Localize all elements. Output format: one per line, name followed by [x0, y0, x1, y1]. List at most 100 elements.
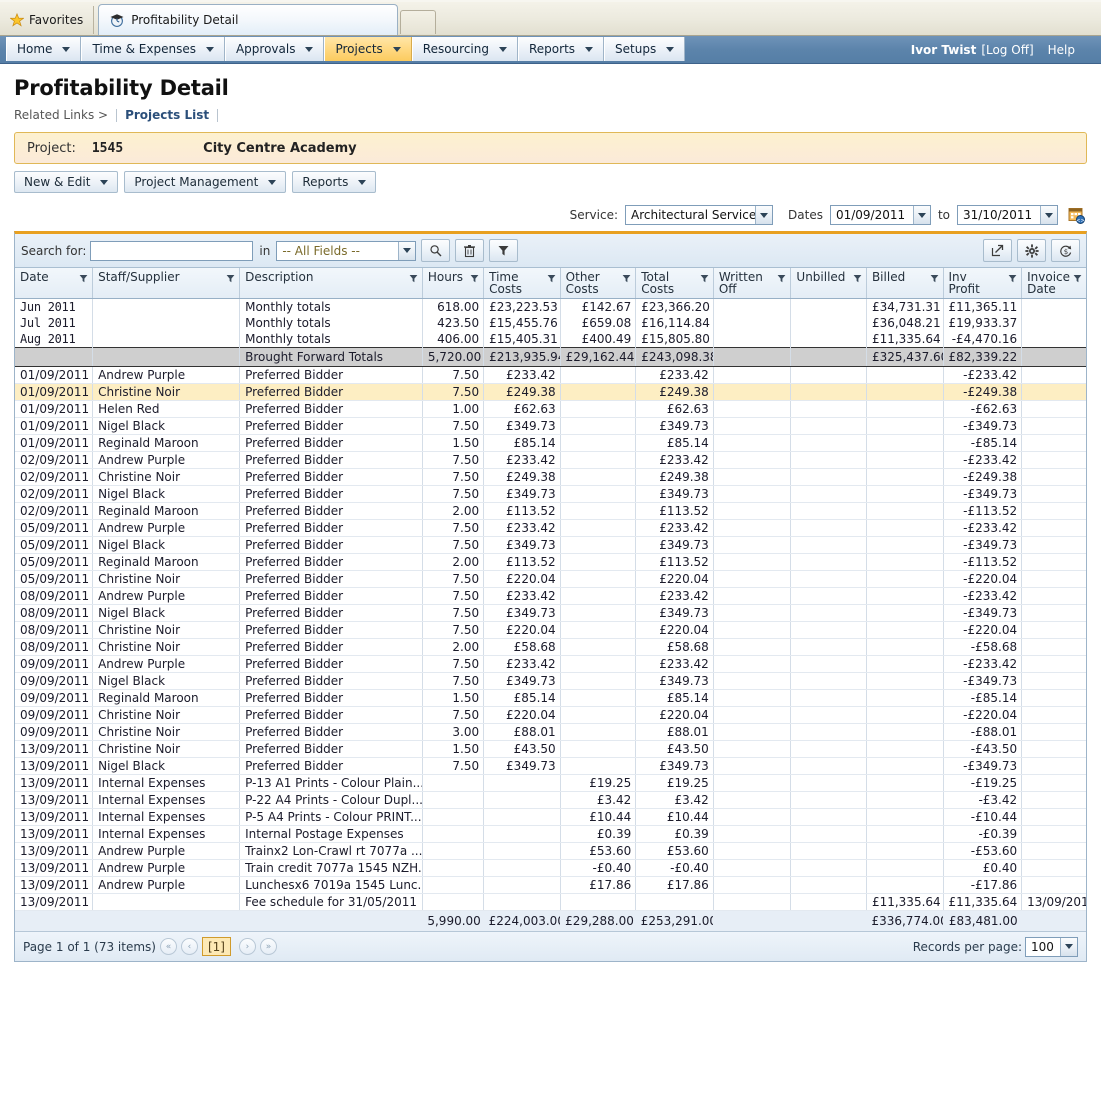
- table-row[interactable]: 05/09/2011 Nigel Black Preferred Bidder 7.5…: [15, 536, 1086, 554]
- reports-button[interactable]: Reports: [292, 171, 377, 193]
- gear-settings-icon[interactable]: [1017, 239, 1046, 262]
- new-tab-button[interactable]: [400, 10, 437, 34]
- new-and-edit-button[interactable]: New & Edit: [14, 171, 119, 193]
- date-from-input[interactable]: 01/09/2011: [829, 205, 931, 225]
- table-row[interactable]: 01/09/2011 Helen Red Preferred Bidder 1.00 £…: [15, 400, 1086, 418]
- table-row-monthly-total[interactable]: Aug 2011 Monthly totals 406.00 £15,405.31 £4…: [15, 331, 1086, 348]
- chevron-down-icon[interactable]: [398, 241, 416, 260]
- export-open-icon[interactable]: [983, 239, 1012, 262]
- help-link[interactable]: Help: [1048, 43, 1075, 57]
- filter-funnel-icon[interactable]: [622, 272, 631, 286]
- table-row[interactable]: 13/09/2011 Internal Expenses P-5 A4 Prints…: [15, 808, 1086, 826]
- table-row[interactable]: 13/09/2011 Internal Expenses P-13 A1 Print…: [15, 774, 1086, 792]
- filter-funnel-icon[interactable]: [470, 272, 479, 286]
- col-header-time-costs[interactable]: Time Costs: [483, 268, 561, 299]
- filter-funnel-icon[interactable]: [79, 272, 88, 286]
- table-row[interactable]: 13/09/2011 Andrew Purple Trainx2 Lon-Crawl…: [15, 842, 1086, 860]
- project-management-button[interactable]: Project Management: [124, 171, 287, 193]
- filter-funnel-icon[interactable]: [489, 239, 519, 262]
- pager-current-page[interactable]: [1]: [201, 937, 231, 956]
- col-header-inv-profit[interactable]: Inv Profit: [943, 268, 1023, 299]
- table-row[interactable]: 13/09/2011 Internal Expenses P-22 A4 Print…: [15, 791, 1086, 809]
- refresh-currency-icon[interactable]: $: [1051, 239, 1080, 262]
- col-header-date[interactable]: Date: [15, 268, 94, 299]
- filter-funnel-icon[interactable]: [547, 272, 556, 286]
- table-row[interactable]: 13/09/2011 Fee schedule for 31/05/2011 £11…: [15, 893, 1086, 911]
- chevron-down-icon[interactable]: [755, 206, 773, 224]
- table-row[interactable]: 02/09/2011 Christine Noir Preferred Bidder…: [15, 468, 1086, 486]
- filter-funnel-icon[interactable]: [1008, 272, 1017, 286]
- filter-funnel-icon[interactable]: [930, 272, 939, 286]
- table-row[interactable]: 01/09/2011 Christine Noir Preferred Bidder…: [15, 383, 1086, 401]
- nav-item-home[interactable]: Home: [6, 37, 82, 61]
- table-row[interactable]: 09/09/2011 Nigel Black Preferred Bidder 7.5…: [15, 672, 1086, 690]
- nav-item-approvals[interactable]: Approvals: [224, 37, 325, 61]
- table-row[interactable]: 13/09/2011 Andrew Purple Train credit 7077…: [15, 859, 1086, 877]
- chevron-down-icon[interactable]: [912, 206, 930, 224]
- col-header-written-off[interactable]: Written Off: [713, 268, 792, 299]
- nav-item-reports[interactable]: Reports: [518, 37, 605, 61]
- table-row[interactable]: 02/09/2011 Reginald Maroon Preferred Bidde…: [15, 502, 1086, 520]
- filter-funnel-icon[interactable]: [777, 272, 786, 286]
- table-row[interactable]: 09/09/2011 Christine Noir Preferred Bidder…: [15, 723, 1086, 741]
- table-row[interactable]: 09/09/2011 Reginald Maroon Preferred Bidde…: [15, 689, 1086, 707]
- table-row[interactable]: 08/09/2011 Andrew Purple Preferred Bidder 7…: [15, 587, 1086, 605]
- table-row-grand-total[interactable]: 5,990.00 £224,003.00 £29,288.00 £253,291.00…: [15, 910, 1086, 931]
- trash-delete-icon[interactable]: [455, 239, 485, 262]
- table-row-brought-forward[interactable]: Brought Forward Totals 5,720.00 £213,935.9…: [15, 347, 1086, 367]
- table-row[interactable]: 09/09/2011 Andrew Purple Preferred Bidder 7…: [15, 655, 1086, 673]
- table-row[interactable]: 01/09/2011 Andrew Purple Preferred Bidder 7…: [15, 366, 1086, 384]
- calendar-picker-icon[interactable]: <>: [1067, 206, 1085, 224]
- table-row-monthly-total[interactable]: Jun 2011 Monthly totals 618.00 £23,223.53 £1…: [15, 298, 1086, 315]
- table-row[interactable]: 08/09/2011 Christine Noir Preferred Bidder…: [15, 621, 1086, 639]
- browser-tab[interactable]: Profitability Detail: [98, 4, 399, 35]
- table-row[interactable]: 09/09/2011 Christine Noir Preferred Bidder…: [15, 706, 1086, 724]
- nav-item-setups[interactable]: Setups: [604, 37, 686, 61]
- favorites-bar-button[interactable]: Favorites: [2, 6, 95, 34]
- col-header-staff-supplier[interactable]: Staff/Supplier: [92, 268, 241, 299]
- search-input[interactable]: [90, 240, 254, 261]
- records-per-page-select[interactable]: 100: [1025, 936, 1078, 957]
- col-header-billed[interactable]: Billed: [866, 268, 944, 299]
- breadcrumb-projects-list-link[interactable]: Projects List: [125, 108, 209, 122]
- col-header-unbilled[interactable]: Unbilled: [790, 268, 867, 299]
- table-row[interactable]: 02/09/2011 Nigel Black Preferred Bidder 7.5…: [15, 485, 1086, 503]
- nav-item-time-expenses[interactable]: Time & Expenses: [81, 37, 225, 61]
- table-row[interactable]: 13/09/2011 Internal Expenses Internal Post…: [15, 825, 1086, 843]
- table-row[interactable]: 01/09/2011 Reginald Maroon Preferred Bidde…: [15, 434, 1086, 452]
- filter-funnel-icon[interactable]: [700, 272, 709, 286]
- pager-first-button[interactable]: «: [159, 938, 177, 955]
- col-header-other-costs[interactable]: Other Costs: [560, 268, 637, 299]
- table-row[interactable]: 08/09/2011 Nigel Black Preferred Bidder 7.5…: [15, 604, 1086, 622]
- nav-item-projects[interactable]: Projects: [324, 37, 412, 61]
- table-row[interactable]: 08/09/2011 Christine Noir Preferred Bidder…: [15, 638, 1086, 656]
- table-row[interactable]: 05/09/2011 Andrew Purple Preferred Bidder 7…: [15, 519, 1086, 537]
- col-header-invoice-date[interactable]: Invoice Date: [1021, 268, 1086, 299]
- table-row[interactable]: 01/09/2011 Nigel Black Preferred Bidder 7.5…: [15, 417, 1086, 435]
- search-magnifier-icon[interactable]: [421, 239, 451, 262]
- table-row[interactable]: 13/09/2011 Christine Noir Preferred Bidder…: [15, 740, 1086, 758]
- col-header-hours[interactable]: Hours: [422, 268, 485, 299]
- table-row[interactable]: 05/09/2011 Christine Noir Preferred Bidder…: [15, 570, 1086, 588]
- table-row[interactable]: 13/09/2011 Andrew Purple Lunchesx6 7019a 1…: [15, 876, 1086, 894]
- table-row-monthly-total[interactable]: Jul 2011 Monthly totals 423.50 £15,455.76 £6…: [15, 315, 1086, 331]
- pager-next-button[interactable]: ›: [238, 938, 256, 955]
- date-to-input[interactable]: 31/10/2011: [957, 205, 1058, 225]
- table-row[interactable]: 02/09/2011 Andrew Purple Preferred Bidder 7…: [15, 451, 1086, 469]
- log-off-link[interactable]: [Log Off]: [981, 43, 1033, 57]
- col-header-total-costs[interactable]: Total Costs: [635, 268, 714, 299]
- nav-item-resourcing[interactable]: Resourcing: [411, 37, 518, 61]
- filter-funnel-icon[interactable]: [853, 272, 862, 286]
- chevron-down-icon[interactable]: [1040, 206, 1057, 224]
- search-scope-select[interactable]: -- All Fields --: [276, 240, 417, 261]
- service-select[interactable]: Architectural Services: [625, 205, 774, 225]
- filter-funnel-icon[interactable]: [409, 272, 418, 286]
- table-row[interactable]: 13/09/2011 Nigel Black Preferred Bidder 7.5…: [15, 757, 1086, 775]
- table-row[interactable]: 05/09/2011 Reginald Maroon Preferred Bidde…: [15, 553, 1086, 571]
- filter-funnel-icon[interactable]: [1073, 272, 1082, 286]
- pager-last-button[interactable]: »: [259, 938, 277, 955]
- chevron-down-icon[interactable]: [1060, 937, 1077, 956]
- filter-funnel-icon[interactable]: [226, 272, 235, 286]
- col-header-description[interactable]: Description: [239, 268, 423, 299]
- pager-prev-button[interactable]: ‹: [180, 938, 198, 955]
